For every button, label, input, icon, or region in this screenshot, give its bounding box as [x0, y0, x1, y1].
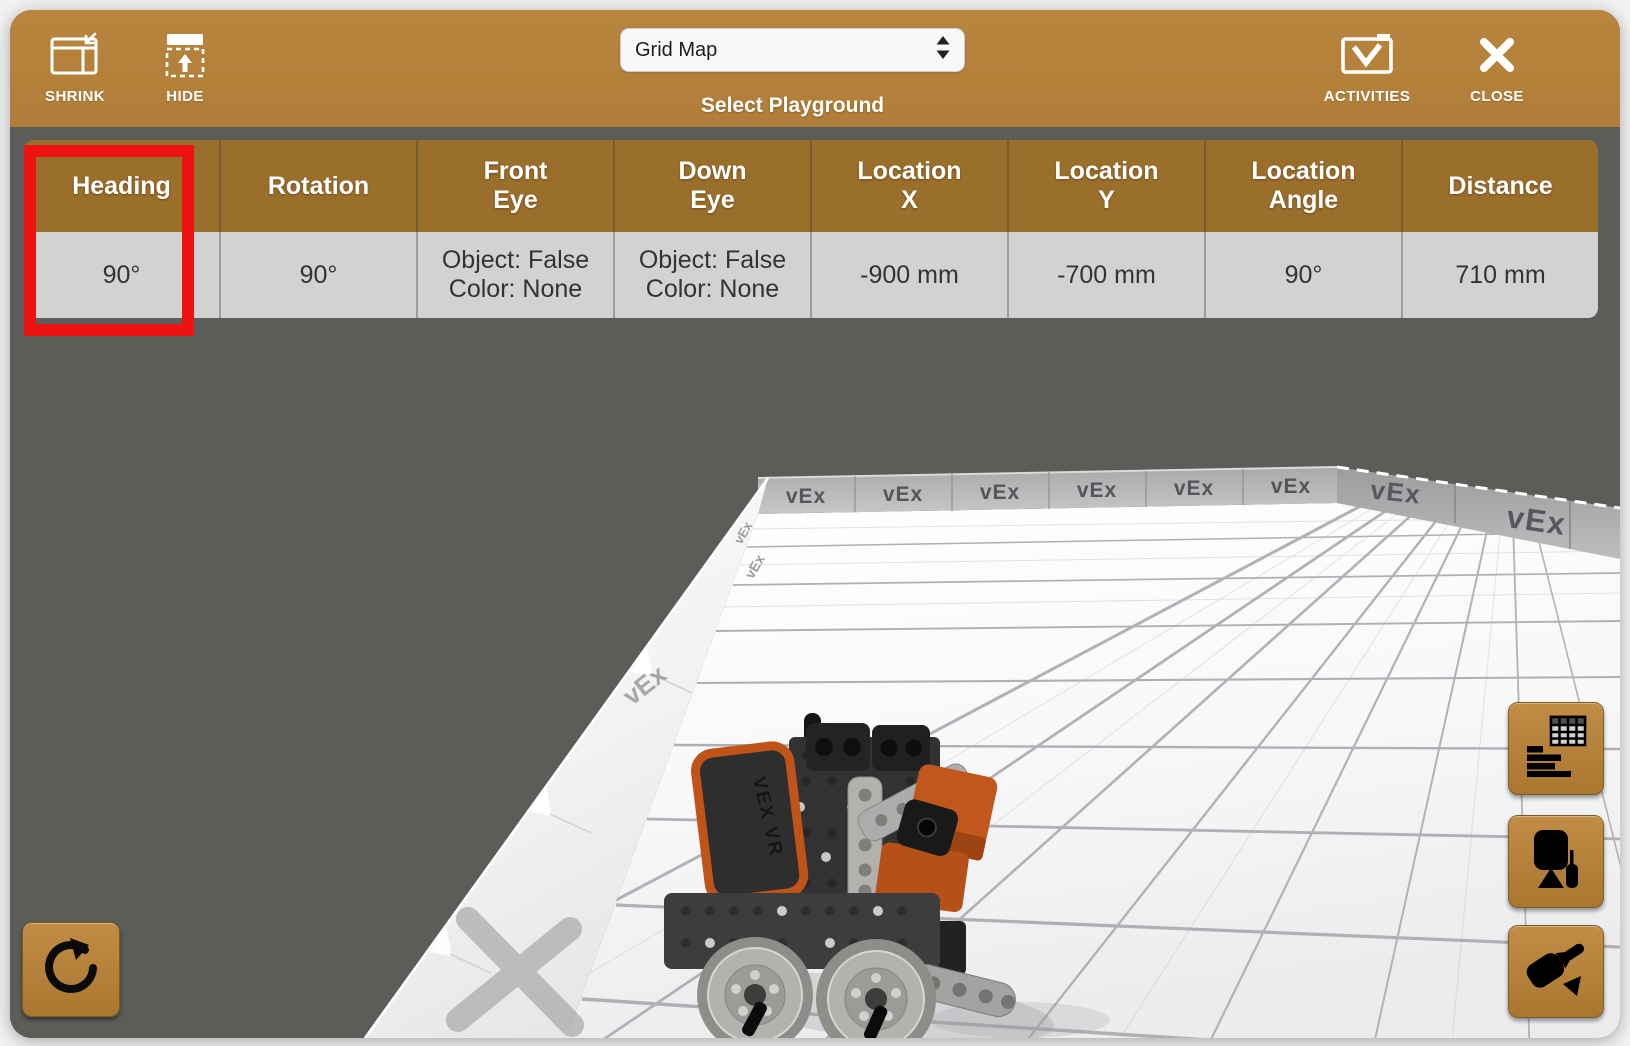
- reset-position-button[interactable]: [22, 922, 120, 1017]
- activities-label: ACTIVITIES: [1324, 88, 1411, 105]
- activities-folder-icon: [1339, 30, 1395, 80]
- camera-follow-robot-icon: [1526, 828, 1586, 895]
- reset-rotate-icon: [39, 936, 103, 1003]
- up-down-arrows-icon: [936, 36, 950, 64]
- col-header-location-x: Location X: [810, 140, 1007, 232]
- col-header-location-y: Location Y: [1007, 140, 1204, 232]
- col-header-rotation: Rotation: [219, 140, 416, 232]
- value-location-x: -900 mm: [810, 232, 1007, 318]
- col-header-location-angle: Location Angle: [1204, 140, 1401, 232]
- playground-toolbar: SHRINK HIDE Grid Map Select: [10, 10, 1620, 127]
- playground-select[interactable]: Grid Map: [620, 28, 965, 72]
- col-header-down-eye: Down Eye: [613, 140, 810, 232]
- shrink-button[interactable]: SHRINK: [27, 30, 123, 105]
- wall-logo: vEx: [1369, 474, 1423, 509]
- shrink-window-icon: [49, 30, 101, 80]
- activities-button[interactable]: ACTIVITIES: [1307, 30, 1427, 105]
- wall-logo: vEx: [1271, 475, 1311, 498]
- hide-window-icon: [159, 30, 211, 80]
- hide-button[interactable]: HIDE: [140, 30, 230, 105]
- wall-logo: vEx: [1077, 479, 1117, 502]
- wall-logo: vEx: [980, 481, 1020, 504]
- value-location-angle: 90°: [1204, 232, 1401, 318]
- sensor-dashboard-table: Heading Rotation Front Eye Down Eye Loca…: [24, 140, 1598, 318]
- select-playground-caption: Select Playground: [620, 94, 965, 118]
- playground-3d-viewport[interactable]: vEx vEx vEx vEx vEx vEx vEx vEx: [10, 127, 1620, 1038]
- close-x-icon: [1476, 30, 1518, 80]
- camera-angle-icon: [1525, 938, 1587, 1005]
- value-location-y: -700 mm: [1007, 232, 1204, 318]
- value-rotation: 90°: [219, 232, 416, 318]
- wall-logo: vEx: [1174, 477, 1214, 500]
- value-front-eye: Object: False Color: None: [416, 232, 613, 318]
- wall-logo: vEx: [883, 483, 923, 506]
- sensor-table-values-row: 90° 90° Object: False Color: None Object…: [24, 232, 1598, 318]
- sensor-dashboard-toggle-button[interactable]: [1508, 702, 1604, 795]
- camera-follow-robot-button[interactable]: [1508, 815, 1604, 908]
- col-header-distance: Distance: [1401, 140, 1598, 232]
- hide-label: HIDE: [166, 88, 203, 105]
- playground-select-value: Grid Map: [635, 39, 717, 62]
- sensor-dashboard-icon: [1525, 715, 1587, 782]
- wall-logo: vEx: [786, 485, 826, 508]
- camera-angle-button[interactable]: [1508, 925, 1604, 1018]
- sensor-table-header: Heading Rotation Front Eye Down Eye Loca…: [24, 140, 1598, 232]
- col-header-front-eye: Front Eye: [416, 140, 613, 232]
- close-label: CLOSE: [1470, 88, 1524, 105]
- heading-column-highlight: [24, 145, 194, 336]
- value-distance: 710 mm: [1401, 232, 1598, 318]
- close-button[interactable]: CLOSE: [1447, 30, 1547, 105]
- value-down-eye: Object: False Color: None: [613, 232, 810, 318]
- playground-window: SHRINK HIDE Grid Map Select: [10, 10, 1620, 1038]
- robot-brain-panel: VEX VR: [693, 744, 805, 902]
- shrink-label: SHRINK: [45, 88, 105, 105]
